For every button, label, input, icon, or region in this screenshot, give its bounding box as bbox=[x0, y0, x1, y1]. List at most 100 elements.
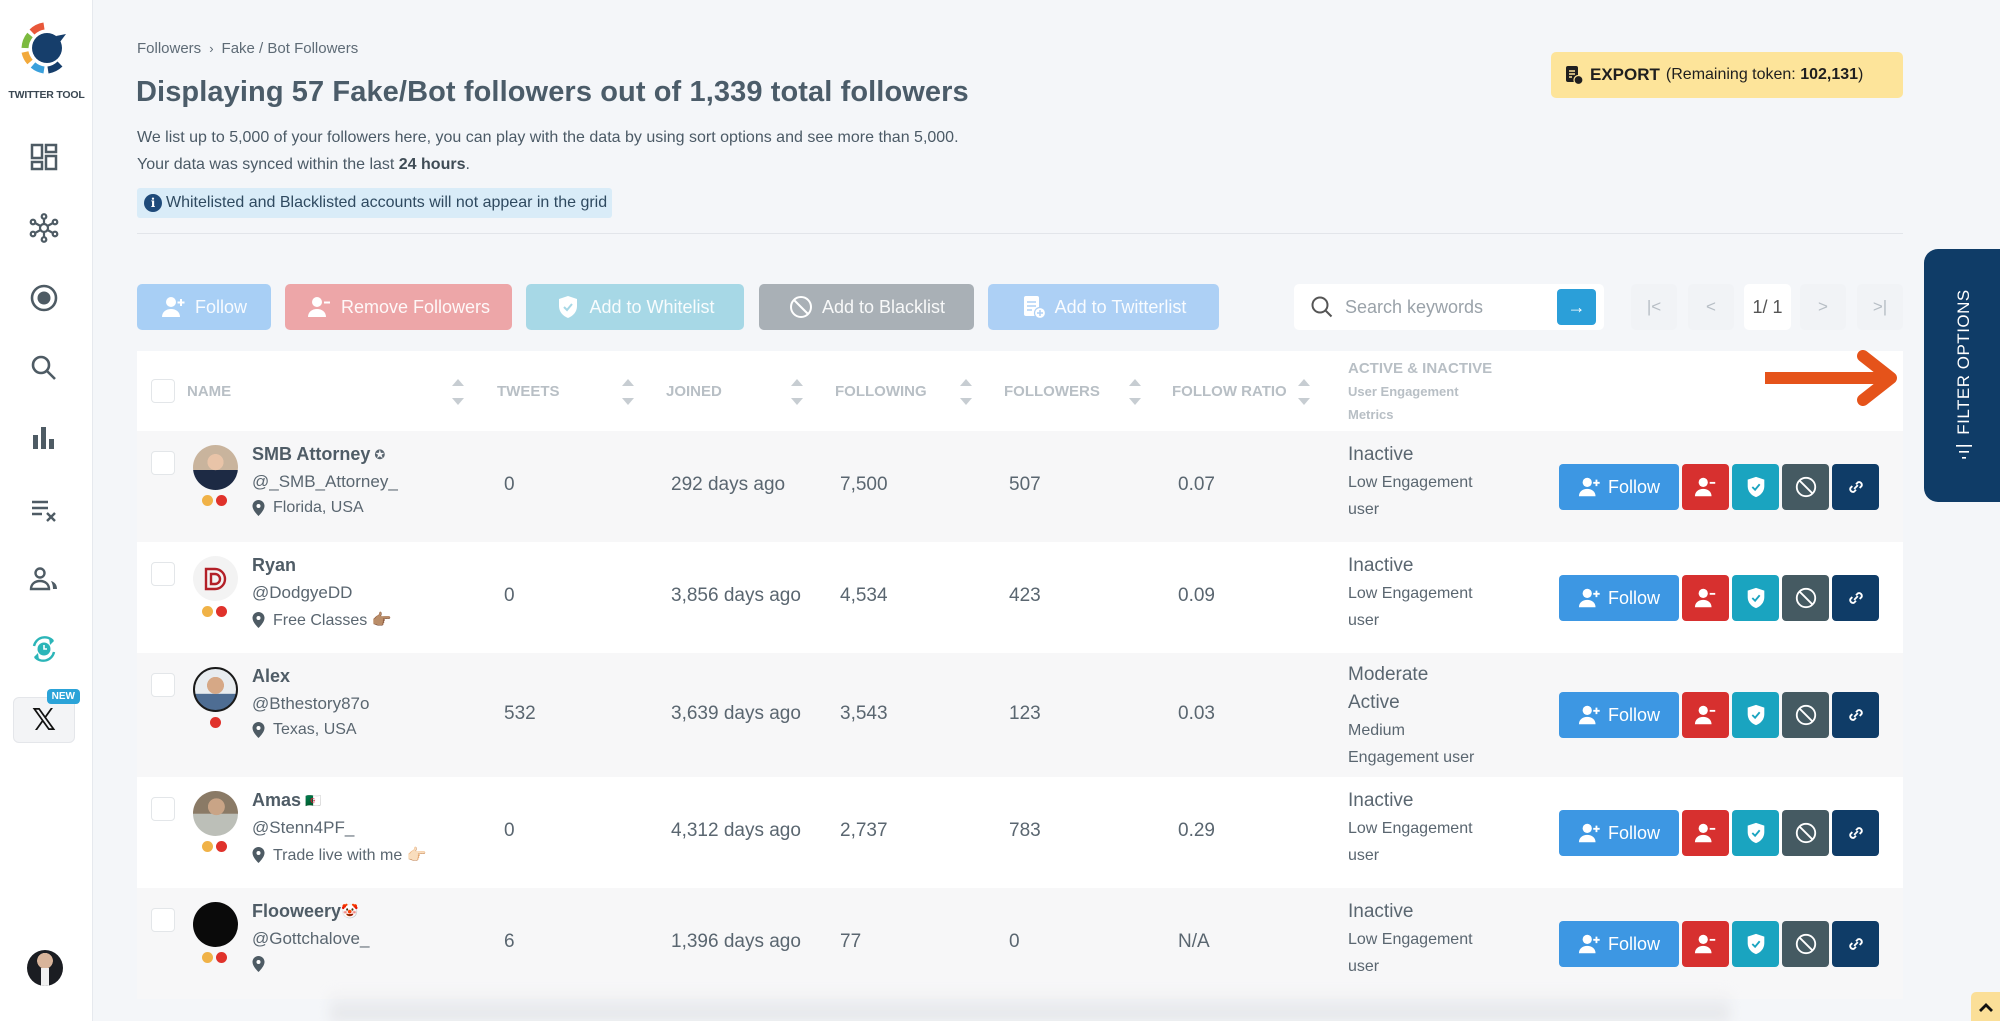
user-name-text: SMB Attorney bbox=[252, 444, 371, 464]
avatar[interactable] bbox=[193, 667, 238, 712]
sidebar: TWITTER TOOL 𝕏 NEW bbox=[0, 0, 93, 1021]
follow-button[interactable]: Follow bbox=[1559, 692, 1679, 738]
sync-duration: 24 hours bbox=[398, 156, 466, 173]
col-following[interactable]: FOLLOWING bbox=[835, 383, 927, 400]
sidebar-item-followers[interactable] bbox=[22, 557, 66, 601]
profile-link-button[interactable] bbox=[1832, 464, 1879, 510]
sidebar-item-target[interactable] bbox=[22, 276, 66, 320]
block-icon bbox=[1795, 822, 1816, 844]
remove-follower-button[interactable] bbox=[1682, 575, 1729, 621]
user-name[interactable]: SMB Attorney ✪ bbox=[252, 444, 385, 465]
profile-link-button[interactable] bbox=[1832, 575, 1879, 621]
profile-link-button[interactable] bbox=[1832, 921, 1879, 967]
export-label: EXPORT bbox=[1590, 65, 1660, 84]
target-icon bbox=[30, 284, 58, 312]
add-to-whitelist-button[interactable]: Add to Whitelist bbox=[526, 284, 744, 330]
first-page-button[interactable]: |< bbox=[1631, 284, 1677, 330]
col-follow-ratio[interactable]: FOLLOW RATIO bbox=[1172, 383, 1287, 400]
scroll-to-top-button[interactable] bbox=[1971, 992, 2000, 1021]
status-dots bbox=[202, 606, 227, 617]
col-tweets[interactable]: TWEETS bbox=[497, 383, 560, 400]
add-to-twitterlist-button[interactable]: Add to Twitterlist bbox=[988, 284, 1219, 330]
user-name[interactable]: Alex bbox=[252, 666, 290, 687]
col-activity: ACTIVE & INACTIVE User Engagement Metric… bbox=[1348, 357, 1492, 426]
avatar[interactable] bbox=[193, 902, 238, 947]
follow-button[interactable]: Follow bbox=[1559, 810, 1679, 856]
user-name[interactable]: Amas 🇩🇿 bbox=[252, 790, 321, 811]
whitelist-button[interactable] bbox=[1732, 810, 1779, 856]
user-name[interactable]: Flooweery 🤡 bbox=[252, 901, 358, 922]
sidebar-item-scheduler[interactable] bbox=[22, 627, 66, 671]
sidebar-item-network[interactable] bbox=[22, 206, 66, 250]
followers-value: 123 bbox=[1009, 703, 1041, 724]
row-checkbox[interactable] bbox=[151, 451, 175, 475]
blacklist-button[interactable] bbox=[1782, 464, 1829, 510]
avatar[interactable] bbox=[193, 791, 238, 836]
whitelist-button[interactable] bbox=[1732, 921, 1779, 967]
next-page-button[interactable]: > bbox=[1800, 284, 1846, 330]
prev-page-button[interactable]: < bbox=[1688, 284, 1734, 330]
remove-follower-button[interactable] bbox=[1682, 810, 1729, 856]
add-to-blacklist-button[interactable]: Add to Blacklist bbox=[759, 284, 974, 330]
sort-name-icon[interactable] bbox=[452, 379, 464, 405]
row-checkbox[interactable] bbox=[151, 562, 175, 586]
whitelist-button[interactable] bbox=[1732, 575, 1779, 621]
blacklist-button[interactable] bbox=[1782, 575, 1829, 621]
sort-following-icon[interactable] bbox=[960, 379, 972, 405]
whitelist-button[interactable] bbox=[1732, 464, 1779, 510]
breadcrumb-parent[interactable]: Followers bbox=[137, 40, 201, 57]
blacklist-button[interactable] bbox=[1782, 692, 1829, 738]
last-page-button[interactable]: >| bbox=[1857, 284, 1903, 330]
bulk-follow-button[interactable]: Follow bbox=[137, 284, 271, 330]
row-checkbox[interactable] bbox=[151, 797, 175, 821]
follow-button[interactable]: Follow bbox=[1559, 921, 1679, 967]
engagement-text-2: Engagement user bbox=[1348, 749, 1475, 766]
sidebar-item-clear-list[interactable] bbox=[22, 488, 66, 532]
follow-label: Follow bbox=[1607, 822, 1660, 843]
engagement-text-2: user bbox=[1348, 847, 1380, 864]
select-all-checkbox[interactable] bbox=[151, 379, 175, 403]
chevron-up-icon bbox=[1978, 1002, 1993, 1012]
remove-followers-button[interactable]: Remove Followers bbox=[285, 284, 512, 330]
sidebar-item-x[interactable]: 𝕏 NEW bbox=[13, 689, 80, 743]
follow-label: Follow bbox=[1607, 476, 1660, 497]
avatar[interactable] bbox=[193, 556, 238, 601]
profile-link-button[interactable] bbox=[1832, 810, 1879, 856]
blacklist-button[interactable] bbox=[1782, 921, 1829, 967]
filter-options-tab[interactable]: FILTER OPTIONS bbox=[1924, 249, 2000, 502]
blacklist-button[interactable] bbox=[1782, 810, 1829, 856]
engagement-text: Low Engagement bbox=[1348, 931, 1473, 948]
sidebar-item-search[interactable] bbox=[22, 346, 66, 390]
user-avatar[interactable] bbox=[27, 950, 63, 986]
row-checkbox[interactable] bbox=[151, 673, 175, 697]
search-input[interactable] bbox=[1345, 296, 1545, 318]
col-joined[interactable]: JOINED bbox=[666, 383, 722, 400]
clown-emoji-icon: 🤡 bbox=[341, 903, 359, 919]
status-dot bbox=[216, 841, 227, 852]
avatar[interactable] bbox=[193, 445, 238, 490]
col-followers[interactable]: FOLLOWERS bbox=[1004, 383, 1100, 400]
sidebar-item-analytics[interactable] bbox=[22, 416, 66, 460]
table-row: Amas 🇩🇿 @Stenn4PF_ Trade live with me 👉🏻 … bbox=[137, 777, 1903, 888]
sidebar-item-dashboard[interactable] bbox=[22, 135, 66, 179]
user-handle: @Stenn4PF_ bbox=[252, 818, 355, 837]
sort-ratio-icon[interactable] bbox=[1298, 379, 1310, 405]
row-checkbox[interactable] bbox=[151, 908, 175, 932]
whitelist-button[interactable] bbox=[1732, 692, 1779, 738]
sort-followers-icon[interactable] bbox=[1129, 379, 1141, 405]
profile-link-button[interactable] bbox=[1832, 692, 1879, 738]
user-name[interactable]: Ryan bbox=[252, 555, 296, 576]
sort-joined-icon[interactable] bbox=[791, 379, 803, 405]
sort-tweets-icon[interactable] bbox=[622, 379, 634, 405]
search-submit-button[interactable]: → bbox=[1557, 289, 1596, 325]
col-name[interactable]: NAME bbox=[187, 383, 231, 400]
app-logo-icon[interactable] bbox=[18, 20, 72, 76]
last-page-icon: >| bbox=[1872, 297, 1888, 316]
remove-follower-button[interactable] bbox=[1682, 692, 1729, 738]
follow-button[interactable]: Follow bbox=[1559, 464, 1679, 510]
follow-button[interactable]: Follow bbox=[1559, 575, 1679, 621]
joined-value: 4,312 days ago bbox=[671, 820, 801, 841]
export-button[interactable]: EXPORT (Remaining token: 102,131) bbox=[1551, 52, 1903, 98]
remove-follower-button[interactable] bbox=[1682, 921, 1729, 967]
remove-follower-button[interactable] bbox=[1682, 464, 1729, 510]
